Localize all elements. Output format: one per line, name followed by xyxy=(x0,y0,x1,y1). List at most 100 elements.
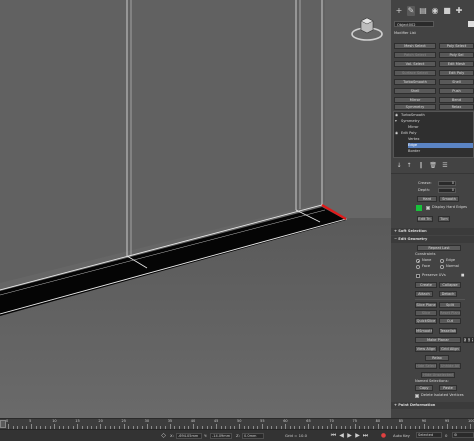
turn-button[interactable]: Turn xyxy=(438,216,450,222)
collapse-button[interactable]: Collapse xyxy=(439,282,461,288)
slice-plane-button[interactable]: Slice Plane xyxy=(415,302,437,308)
make-unique-icon[interactable]: ‖ xyxy=(417,162,425,170)
modifier-button-edit-mesh[interactable]: Edit Mesh xyxy=(439,61,474,67)
modifier-button-poly-select[interactable]: Poly Select xyxy=(439,43,474,49)
display-tab-icon[interactable]: ■ xyxy=(443,6,451,16)
msmooth-button[interactable]: MSmooth xyxy=(415,328,433,334)
modifier-button-vol-select[interactable]: Vol. Select xyxy=(394,61,436,67)
unhide-all-button[interactable]: Unhide All xyxy=(439,363,461,369)
hard-button[interactable]: Hard xyxy=(417,196,437,202)
grid-size-readout: Grid = 10.0 xyxy=(285,433,308,438)
stack-item-symmetry[interactable]: Symmetry xyxy=(401,119,420,124)
constraint-none-radio[interactable] xyxy=(416,259,420,263)
preserve-uvs-settings-icon[interactable]: ■ xyxy=(461,273,464,278)
constraint-normal-radio[interactable] xyxy=(440,265,444,269)
play-icon[interactable]: ▶ xyxy=(346,432,353,439)
stack-item-edit-poly[interactable]: Edit Poly xyxy=(401,131,416,136)
paint-deformation-rollout[interactable]: + Paint Deformation xyxy=(391,402,474,409)
edit-tri-button[interactable]: Edit Tri. xyxy=(417,216,433,222)
modifier-button-mirror[interactable]: Mirror xyxy=(394,97,436,103)
detach-button[interactable]: Detach xyxy=(439,291,457,297)
modifier-button-relax[interactable]: Relax xyxy=(439,104,474,110)
go-to-start-icon[interactable]: ⏮ xyxy=(330,432,337,439)
stack-item-mirror[interactable]: Mirror xyxy=(408,125,419,130)
modifier-button-shell[interactable]: Shell xyxy=(394,88,436,94)
make-planar-button[interactable]: Make Planar xyxy=(415,337,461,343)
selected-dropdown[interactable]: Selected xyxy=(416,432,442,438)
grid-align-button[interactable]: Grid Align xyxy=(439,346,461,352)
modifier-button-surface-select[interactable]: Surface Select xyxy=(394,70,436,76)
frame-field[interactable]: 0 xyxy=(445,433,447,439)
modifier-button-push[interactable]: Push xyxy=(439,88,474,94)
eye-icon[interactable]: ◉ xyxy=(395,131,398,136)
hierarchy-tab-icon[interactable]: ▤ xyxy=(419,6,427,16)
modifier-button-bend[interactable]: Bend xyxy=(439,97,474,103)
modifier-button-patch-select[interactable]: Patch Select xyxy=(394,52,436,58)
object-name-field[interactable]: Object002 xyxy=(394,21,434,27)
y-coord-field[interactable]: -14.09mm xyxy=(210,433,232,439)
crease-field[interactable]: 0 xyxy=(438,181,456,186)
set-key-icon[interactable]: ● xyxy=(380,432,387,439)
display-hard-edges-checkbox[interactable] xyxy=(426,206,430,210)
timeline-tick-label: 40 xyxy=(190,419,196,423)
previous-frame-icon[interactable]: ◀ xyxy=(338,432,345,439)
soft-selection-rollout[interactable]: + Soft Selection xyxy=(391,228,474,235)
z-coord-field[interactable]: 0.0mm xyxy=(242,433,264,439)
configure-sets-icon[interactable]: ☰ xyxy=(441,162,449,170)
repeat-last-button[interactable]: Repeat Last xyxy=(417,245,461,251)
modifier-button-poly-sel[interactable]: Poly Sel xyxy=(439,52,474,58)
stack-item-turbosmooth[interactable]: TurboSmooth xyxy=(401,113,425,118)
modifier-button-edit-poly[interactable]: Edit Poly xyxy=(439,70,474,76)
view-align-button[interactable]: View Align xyxy=(415,346,437,352)
modifier-button-turbosmooth[interactable]: TurboSmooth xyxy=(394,79,436,85)
modify-tab-icon[interactable]: ✎ xyxy=(407,6,415,16)
split-button[interactable]: Split xyxy=(439,302,461,308)
delete-isolated-checkbox[interactable] xyxy=(415,394,419,398)
modifier-button-shell-alt[interactable]: Shell xyxy=(439,79,474,85)
relax-button[interactable]: Relax xyxy=(425,355,449,361)
next-frame-icon[interactable]: ▶ xyxy=(354,432,361,439)
perspective-viewport[interactable] xyxy=(0,0,391,418)
hard-edge-color-swatch[interactable] xyxy=(416,205,422,211)
stack-item-vertex[interactable]: Vertex xyxy=(408,137,420,142)
copy-button[interactable]: Copy xyxy=(415,385,433,391)
constraint-edge-radio[interactable] xyxy=(440,259,444,263)
timeline-tick-label: 60 xyxy=(283,419,288,423)
create-button[interactable]: Create xyxy=(415,282,437,288)
attach-button[interactable]: Attach xyxy=(415,291,433,297)
utilities-tab-icon[interactable]: ✚ xyxy=(455,6,463,16)
auto-key-button[interactable]: Auto Key xyxy=(393,433,410,439)
stack-item-edge[interactable]: Edge xyxy=(408,143,473,148)
eye-icon[interactable]: ◉ xyxy=(395,113,398,118)
create-tab-icon[interactable]: + xyxy=(395,6,403,16)
slice-button[interactable]: Slice xyxy=(415,310,437,316)
motion-tab-icon[interactable]: ◉ xyxy=(431,6,439,16)
tessellate-button[interactable]: Tessellate xyxy=(439,328,457,334)
quickslice-button[interactable]: QuickSlice xyxy=(415,318,437,324)
modifier-list-dropdown[interactable]: Modifier List xyxy=(394,31,416,36)
depth-field[interactable]: 0 xyxy=(438,188,456,193)
object-color-swatch[interactable] xyxy=(468,21,474,27)
paste-button[interactable]: Paste xyxy=(439,385,457,391)
cut-button[interactable]: Cut xyxy=(439,318,461,324)
edit-geometry-rollout[interactable]: − Edit Geometry xyxy=(391,236,474,243)
modifier-button-symmetry[interactable]: Symmetry xyxy=(394,104,436,110)
constraint-face-radio[interactable] xyxy=(416,265,420,269)
x-coord-field[interactable]: -694.05mm xyxy=(176,433,202,439)
hide-unselected-button[interactable]: Hide Unselected xyxy=(421,372,455,378)
lock-selection-icon[interactable]: ◇ xyxy=(160,432,167,439)
reset-plane-button[interactable]: Reset Plane xyxy=(439,310,461,316)
viewcube-widget[interactable] xyxy=(349,15,385,43)
remove-modifier-icon[interactable]: 🗑 xyxy=(429,162,437,170)
modifier-button-mesh-select[interactable]: Mesh Select xyxy=(394,43,436,49)
smooth-button[interactable]: Smooth xyxy=(439,196,459,202)
show-end-result-icon[interactable]: ↑ xyxy=(405,162,413,170)
status-bar: ◇ X: -694.05mm Y: -14.09mm Z: 0.0mm Grid… xyxy=(0,429,474,441)
pin-stack-icon[interactable]: ↓ xyxy=(395,162,403,170)
go-to-end-icon[interactable]: ⏭ xyxy=(362,432,369,439)
collapse-arrow-icon[interactable]: ▾ xyxy=(395,119,397,124)
time-config-icon[interactable]: ⚙ xyxy=(452,432,474,438)
preserve-uvs-checkbox[interactable] xyxy=(416,274,420,278)
stack-item-border[interactable]: Border xyxy=(408,149,420,154)
hide-selected-button[interactable]: Hide Selected xyxy=(415,363,437,369)
